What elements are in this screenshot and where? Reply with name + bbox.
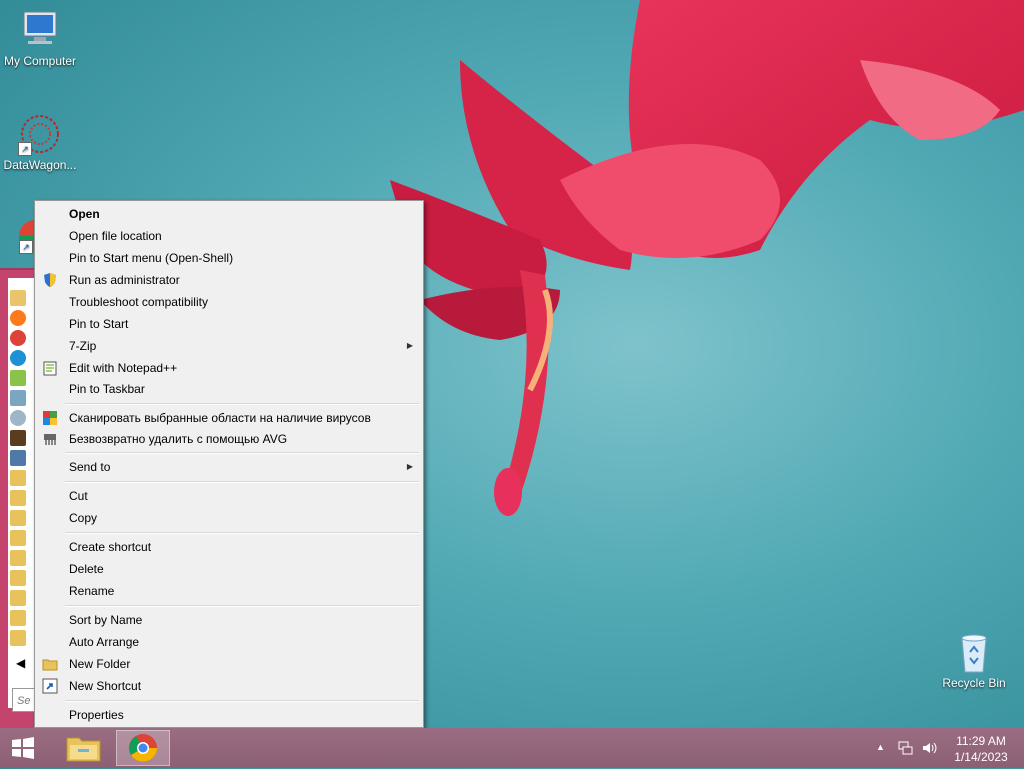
start-menu-item[interactable]	[10, 290, 26, 306]
shortcut-arrow-icon: ↗	[19, 240, 33, 254]
folder-icon	[42, 659, 58, 671]
desktop-icon-recycle-bin[interactable]: Recycle Bin	[934, 630, 1014, 690]
taskbar-chrome[interactable]	[116, 730, 170, 766]
menu-item-cut[interactable]: Cut	[37, 485, 421, 507]
menu-item-create-shortcut[interactable]: Create shortcut	[37, 536, 421, 558]
menu-separator	[65, 481, 419, 483]
menu-item-edit-notepadpp[interactable]: Edit with Notepad++	[37, 357, 421, 379]
folder-icon[interactable]	[10, 470, 26, 486]
folder-icon[interactable]	[10, 570, 26, 586]
clock-time: 11:29 AM	[956, 734, 1006, 748]
menu-separator	[65, 700, 419, 702]
menu-item-troubleshoot[interactable]: Troubleshoot compatibility	[37, 291, 421, 313]
menu-item-7zip[interactable]: 7-Zip ▶	[37, 335, 421, 357]
submenu-arrow-icon: ▶	[406, 341, 413, 350]
desktop-icon-label: My Computer	[3, 54, 77, 68]
menu-item-rename[interactable]: Rename	[37, 580, 421, 602]
folder-icon[interactable]	[10, 630, 26, 646]
back-arrow-icon[interactable]: ◀	[16, 656, 25, 670]
avg-icon	[43, 411, 57, 425]
desktop-icon-datawagon[interactable]: ↗ DataWagon...	[0, 112, 80, 172]
windows-logo-icon	[12, 737, 34, 759]
minecraft-icon[interactable]	[10, 430, 26, 446]
start-button[interactable]	[8, 736, 38, 760]
menu-item-properties[interactable]: Properties	[37, 704, 421, 726]
menu-item-pin-start-openshell[interactable]: Pin to Start menu (Open-Shell)	[37, 247, 421, 269]
menu-item-open[interactable]: Open	[37, 203, 421, 225]
shortcut-icon	[42, 678, 58, 694]
chrome-icon[interactable]	[10, 330, 26, 346]
folder-icon[interactable]	[10, 510, 26, 526]
shortcut-arrow-icon: ↗	[18, 142, 32, 156]
desktop-icon-my-computer[interactable]: My Computer	[0, 8, 80, 68]
taskbar: ▲ 11:29 AM 1/14/2023	[0, 728, 1024, 768]
menu-item-pin-to-start[interactable]: Pin to Start	[37, 313, 421, 335]
desktop-icon-label: Recycle Bin	[942, 676, 1006, 690]
menu-item-pin-to-taskbar[interactable]: Pin to Taskbar	[37, 378, 421, 400]
folder-icon[interactable]	[10, 550, 26, 566]
menu-item-run-as-admin[interactable]: Run as administrator	[37, 269, 421, 291]
desktop-icon-label: DataWagon...	[3, 158, 77, 172]
context-menu[interactable]: Open Open file location Pin to Start men…	[34, 200, 424, 728]
folder-icon[interactable]	[10, 490, 26, 506]
notepadpp-icon	[43, 361, 57, 376]
menu-separator	[65, 532, 419, 534]
menu-separator	[65, 452, 419, 454]
shield-icon	[44, 273, 56, 287]
menu-separator	[65, 403, 419, 405]
menu-item-avg-scan[interactable]: Сканировать выбранные области на наличие…	[37, 407, 421, 429]
system-clock[interactable]: 11:29 AM 1/14/2023	[948, 733, 1014, 765]
search-icon[interactable]	[10, 410, 26, 426]
tray-overflow-chevron[interactable]: ▲	[876, 742, 885, 752]
chrome-icon	[129, 734, 157, 762]
menu-item-new-shortcut[interactable]: New Shortcut	[37, 675, 421, 697]
menu-item-delete[interactable]: Delete	[37, 558, 421, 580]
file-explorer-icon	[66, 737, 101, 762]
clock-date: 1/14/2023	[954, 750, 1008, 764]
notepad-icon[interactable]	[10, 370, 26, 386]
submenu-arrow-icon: ▶	[406, 462, 413, 471]
ie-icon[interactable]	[10, 350, 26, 366]
menu-separator	[65, 605, 419, 607]
computer-icon	[23, 11, 57, 44]
menu-item-send-to[interactable]: Send to ▶	[37, 456, 421, 478]
menu-item-avg-shred[interactable]: Безвозвратно удалить с помощью AVG	[37, 428, 421, 450]
shredder-icon	[44, 434, 56, 445]
menu-item-auto-arrange[interactable]: Auto Arrange	[37, 631, 421, 653]
network-icon[interactable]	[898, 740, 914, 756]
firefox-icon[interactable]	[10, 310, 26, 326]
menu-item-sort-by-name[interactable]: Sort by Name	[37, 609, 421, 631]
menu-item-new-folder[interactable]: New Folder	[37, 653, 421, 675]
volume-icon[interactable]	[921, 740, 939, 756]
menu-item-open-file-location[interactable]: Open file location	[37, 225, 421, 247]
folder-icon[interactable]	[10, 530, 26, 546]
taskbar-file-explorer[interactable]	[56, 730, 110, 766]
start-menu-item[interactable]	[10, 390, 26, 406]
folder-icon[interactable]	[10, 610, 26, 626]
recycle-bin-icon	[961, 634, 987, 673]
folder-icon[interactable]	[10, 590, 26, 606]
network-icon[interactable]	[10, 450, 26, 466]
menu-item-copy[interactable]: Copy	[37, 507, 421, 529]
